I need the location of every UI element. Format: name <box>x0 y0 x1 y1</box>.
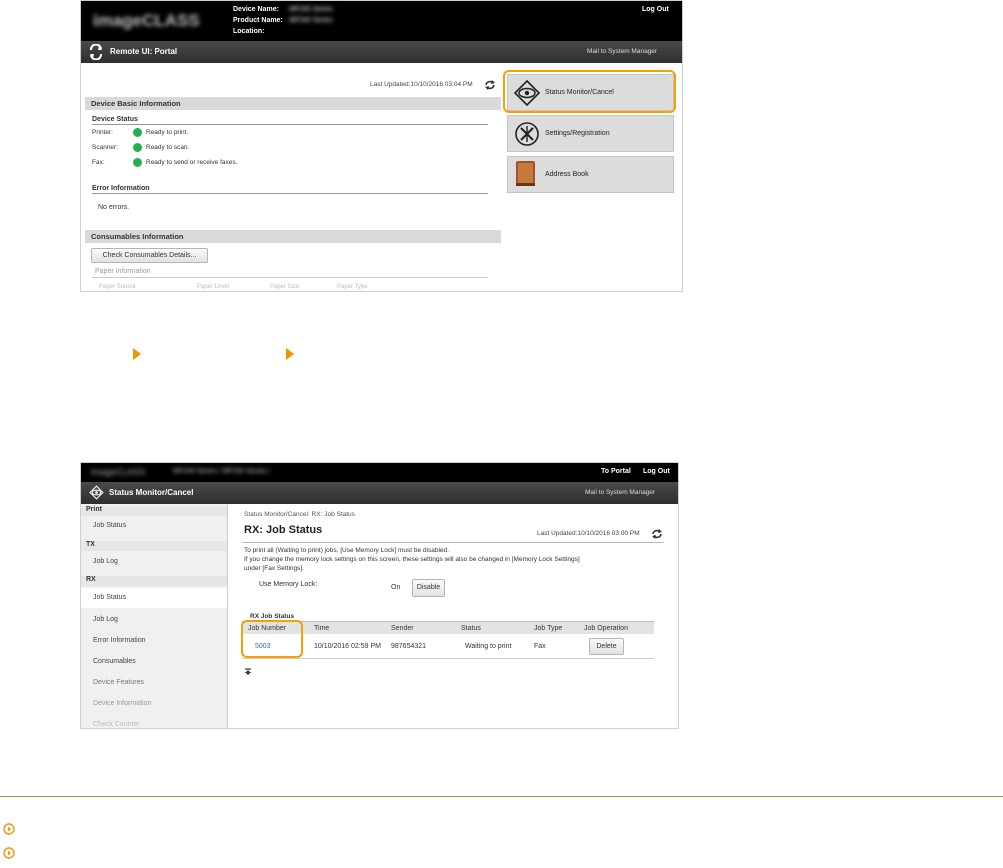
job-status: Waiting to print <box>465 643 512 650</box>
main-content: Status Monitor/Cancel: RX: Job Status RX… <box>228 504 678 728</box>
device-status-title: Device Status <box>92 116 138 123</box>
sidebar-heading-tx: TX <box>81 541 227 551</box>
divider <box>92 124 488 125</box>
sidebar-item-device-features[interactable]: Device Features <box>81 673 227 693</box>
notice-line-3: under [Fax Settings]. <box>244 565 304 572</box>
col-status: Status <box>461 625 481 632</box>
status-label-scanner: Scanner: <box>92 144 119 151</box>
eye-icon <box>89 485 104 500</box>
arrow-icon <box>133 348 141 360</box>
paper-info-title: Paper Information <box>95 268 151 275</box>
link-arrow-icon[interactable] <box>3 823 15 835</box>
col-job-type: Job Type <box>534 625 563 632</box>
highlight-frame <box>503 70 676 113</box>
error-info-title: Error Information <box>92 185 150 192</box>
divider <box>92 193 488 194</box>
consumables-info-header: Consumables Information <box>85 230 501 243</box>
paper-col-type: Paper Type <box>337 284 368 290</box>
device-name-label: Device Name: <box>233 6 279 13</box>
book-icon <box>516 161 535 186</box>
to-portal-link[interactable]: To Portal <box>601 468 631 475</box>
sidebar-item-rx-job-log[interactable]: Job Log <box>81 610 227 630</box>
sidebar-item-print-job-status[interactable]: Job Status <box>81 516 227 536</box>
status-value-scanner: Ready to scan. <box>133 143 189 152</box>
refresh-icon[interactable] <box>651 529 663 539</box>
portal-screenshot: imageCLASS Device Name: MF240 Series Pro… <box>80 0 683 292</box>
memory-lock-label: Use Memory Lock: <box>259 581 318 588</box>
notice-line-1: To print all (Waiting to print) jobs, [U… <box>244 547 449 554</box>
page-title: RX: Job Status <box>244 524 323 536</box>
remote-ui-logo-icon <box>90 44 102 60</box>
status-label-fax: Fax: <box>92 159 105 166</box>
disable-button[interactable]: Disable <box>412 579 445 597</box>
delete-button[interactable]: Delete <box>589 638 624 655</box>
refresh-icon[interactable] <box>484 80 496 90</box>
product-name-value: MF240 Series <box>289 17 333 24</box>
mail-link[interactable]: Mail to System Manager <box>585 489 655 496</box>
bottom-divider <box>0 796 1003 797</box>
portal-title: Remote UI: Portal <box>110 47 178 56</box>
col-job-operation: Job Operation <box>584 625 628 632</box>
status-value-fax: Ready to send or receive faxes. <box>133 158 237 167</box>
status-navbar: Status Monitor/Cancel Mail to System Man… <box>81 482 678 504</box>
sidebar-item-tx-job-log[interactable]: Job Log <box>81 552 227 572</box>
sidebar-item-rx-job-status[interactable]: Job Status <box>81 588 227 608</box>
status-value-printer: Ready to print. <box>133 128 188 137</box>
menu-settings-registration[interactable]: Settings/Registration <box>507 115 674 152</box>
sidebar-item-error-information[interactable]: Error Information <box>81 631 227 651</box>
menu-address-book[interactable]: Address Book <box>507 156 674 193</box>
job-time: 10/10/2016 02:59 PM <box>314 643 381 650</box>
logout-link[interactable]: Log Out <box>643 468 670 475</box>
job-type: Fax <box>534 643 546 650</box>
divider <box>92 277 488 278</box>
logo: imageCLASS <box>91 467 146 477</box>
status-monitor-screenshot: imageCLASS MF240 Series / MF240 Series /… <box>80 462 679 729</box>
last-updated: Last Updated:10/10/2016 03:04 PM <box>370 81 473 88</box>
highlight-frame <box>241 620 303 658</box>
menu-label: Address Book <box>545 171 589 178</box>
gear-icon <box>515 122 539 146</box>
link-arrow-icon[interactable] <box>3 847 15 859</box>
sidebar-heading-rx: RX <box>81 576 227 586</box>
divider <box>242 658 654 659</box>
device-basic-info-header: Device Basic Information <box>85 97 501 110</box>
location-label: Location: <box>233 28 265 35</box>
status-header: imageCLASS MF240 Series / MF240 Series /… <box>81 463 678 482</box>
device-name-value: MF240 Series <box>289 6 333 13</box>
logo: imageCLASS <box>93 11 200 30</box>
arrow-icon <box>286 348 294 360</box>
ready-icon <box>133 128 142 137</box>
product-name-label: Product Name: <box>233 17 283 24</box>
divider <box>242 542 664 543</box>
col-sender: Sender <box>391 625 414 632</box>
sidebar-item-consumables[interactable]: Consumables <box>81 652 227 672</box>
paper-col-size: Paper Size <box>270 284 300 290</box>
status-label-printer: Printer: <box>92 129 113 136</box>
ready-icon <box>133 158 142 167</box>
rx-job-status-title: RX Job Status <box>250 613 295 620</box>
paper-col-source: Paper Source <box>99 284 136 290</box>
mail-link[interactable]: Mail to System Manager <box>587 48 657 55</box>
job-sender: 987654321 <box>391 643 427 650</box>
menu-label: Settings/Registration <box>545 130 610 137</box>
sidebar-heading-print: Print <box>81 506 227 516</box>
sidebar: Print Job Status TX Job Log RX Job Statu… <box>81 504 228 728</box>
paper-col-level: Paper Level <box>197 284 230 290</box>
last-updated: Last Updated:10/10/2016 03:00 PM <box>537 530 640 537</box>
sidebar-item-device-information[interactable]: Device Information <box>81 694 227 714</box>
top-breadcrumb: MF240 Series / MF240 Series / <box>173 468 270 475</box>
sidebar-item-check-counter[interactable]: Check Counter <box>81 715 227 728</box>
col-time: Time <box>314 625 330 632</box>
breadcrumb: Status Monitor/Cancel: RX: Job Status <box>244 511 355 518</box>
portal-navbar: Remote UI: Portal Mail to System Manager <box>81 41 682 63</box>
notice-line-2: If you change the memory lock settings o… <box>244 556 580 563</box>
ready-icon <box>133 143 142 152</box>
memory-lock-value: On <box>391 584 401 591</box>
logout-link[interactable]: Log Out <box>642 6 669 13</box>
check-consumables-button[interactable]: Check Consumables Details... <box>91 248 208 263</box>
no-errors-text: No errors. <box>98 204 130 211</box>
scroll-top-icon[interactable] <box>244 668 252 676</box>
portal-header: imageCLASS Device Name: MF240 Series Pro… <box>81 1 682 41</box>
page-header-title: Status Monitor/Cancel <box>109 488 194 497</box>
